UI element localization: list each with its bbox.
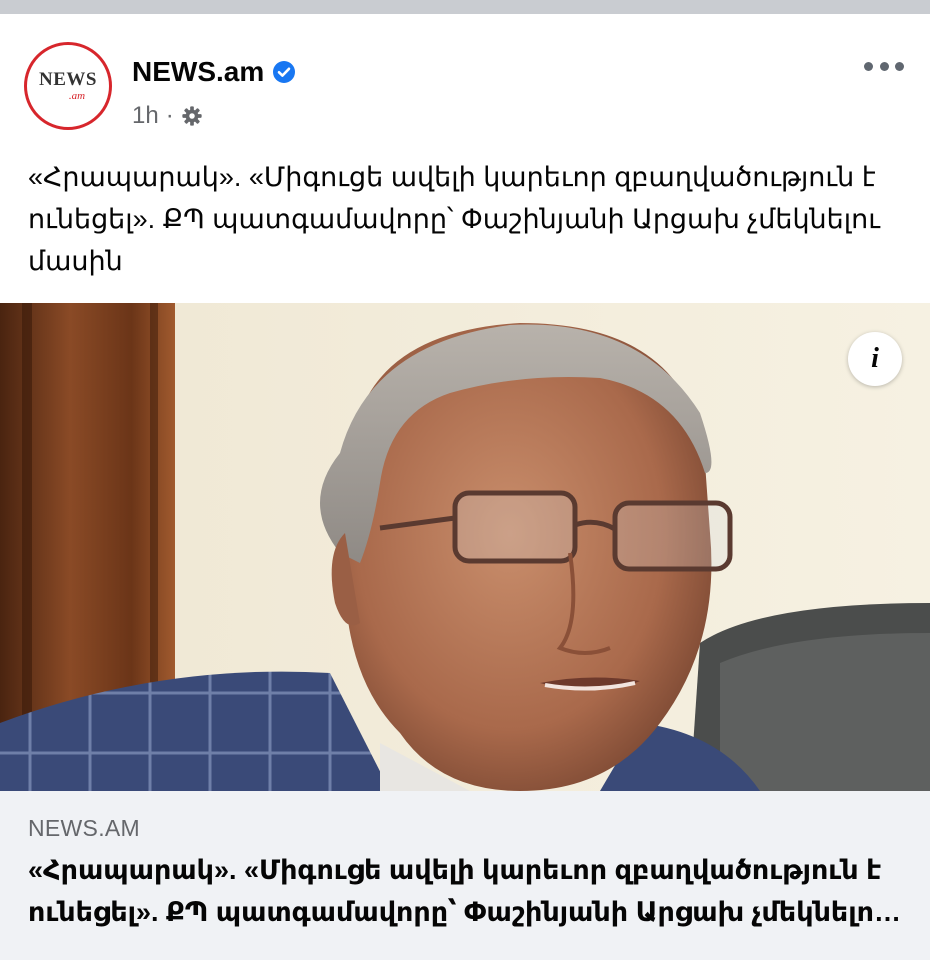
link-domain: NEWS.AM bbox=[28, 815, 140, 841]
verified-badge-icon bbox=[273, 61, 296, 83]
page-name-row: NEWS.am bbox=[132, 56, 296, 88]
logo-text: NEWS bbox=[39, 69, 97, 90]
top-divider bbox=[0, 0, 930, 14]
more-dot bbox=[864, 61, 873, 71]
link-title: «Հրապարակ». «Միգուցե ավելի կարեւոր զբաղվ… bbox=[28, 855, 887, 927]
meta-separator: · bbox=[165, 102, 174, 129]
more-dot bbox=[879, 61, 889, 71]
portrait-photo bbox=[0, 303, 930, 791]
info-icon[interactable]: i bbox=[848, 332, 902, 386]
page-avatar[interactable]: NEWS .am bbox=[24, 42, 112, 130]
post-header: NEWS .am NEWS.am 1h · bbox=[0, 14, 930, 142]
post-image[interactable] bbox=[0, 303, 930, 791]
more-dot bbox=[895, 61, 904, 71]
post-meta: 1h · bbox=[132, 102, 203, 130]
more-options-icon[interactable] bbox=[864, 56, 904, 76]
post-text: «Հրապարակ». «Միգուցե ավելի կարեւոր զբաղվ… bbox=[28, 162, 880, 276]
link-preview[interactable]: NEWS.AM «Հրապարակ». «Միգուցե ավելի կարեւ… bbox=[0, 791, 930, 960]
page-name[interactable]: NEWS.am bbox=[132, 56, 264, 88]
post-timestamp[interactable]: 1h bbox=[132, 102, 159, 130]
gear-icon[interactable] bbox=[181, 105, 203, 127]
logo-subtext: .am bbox=[68, 90, 86, 102]
